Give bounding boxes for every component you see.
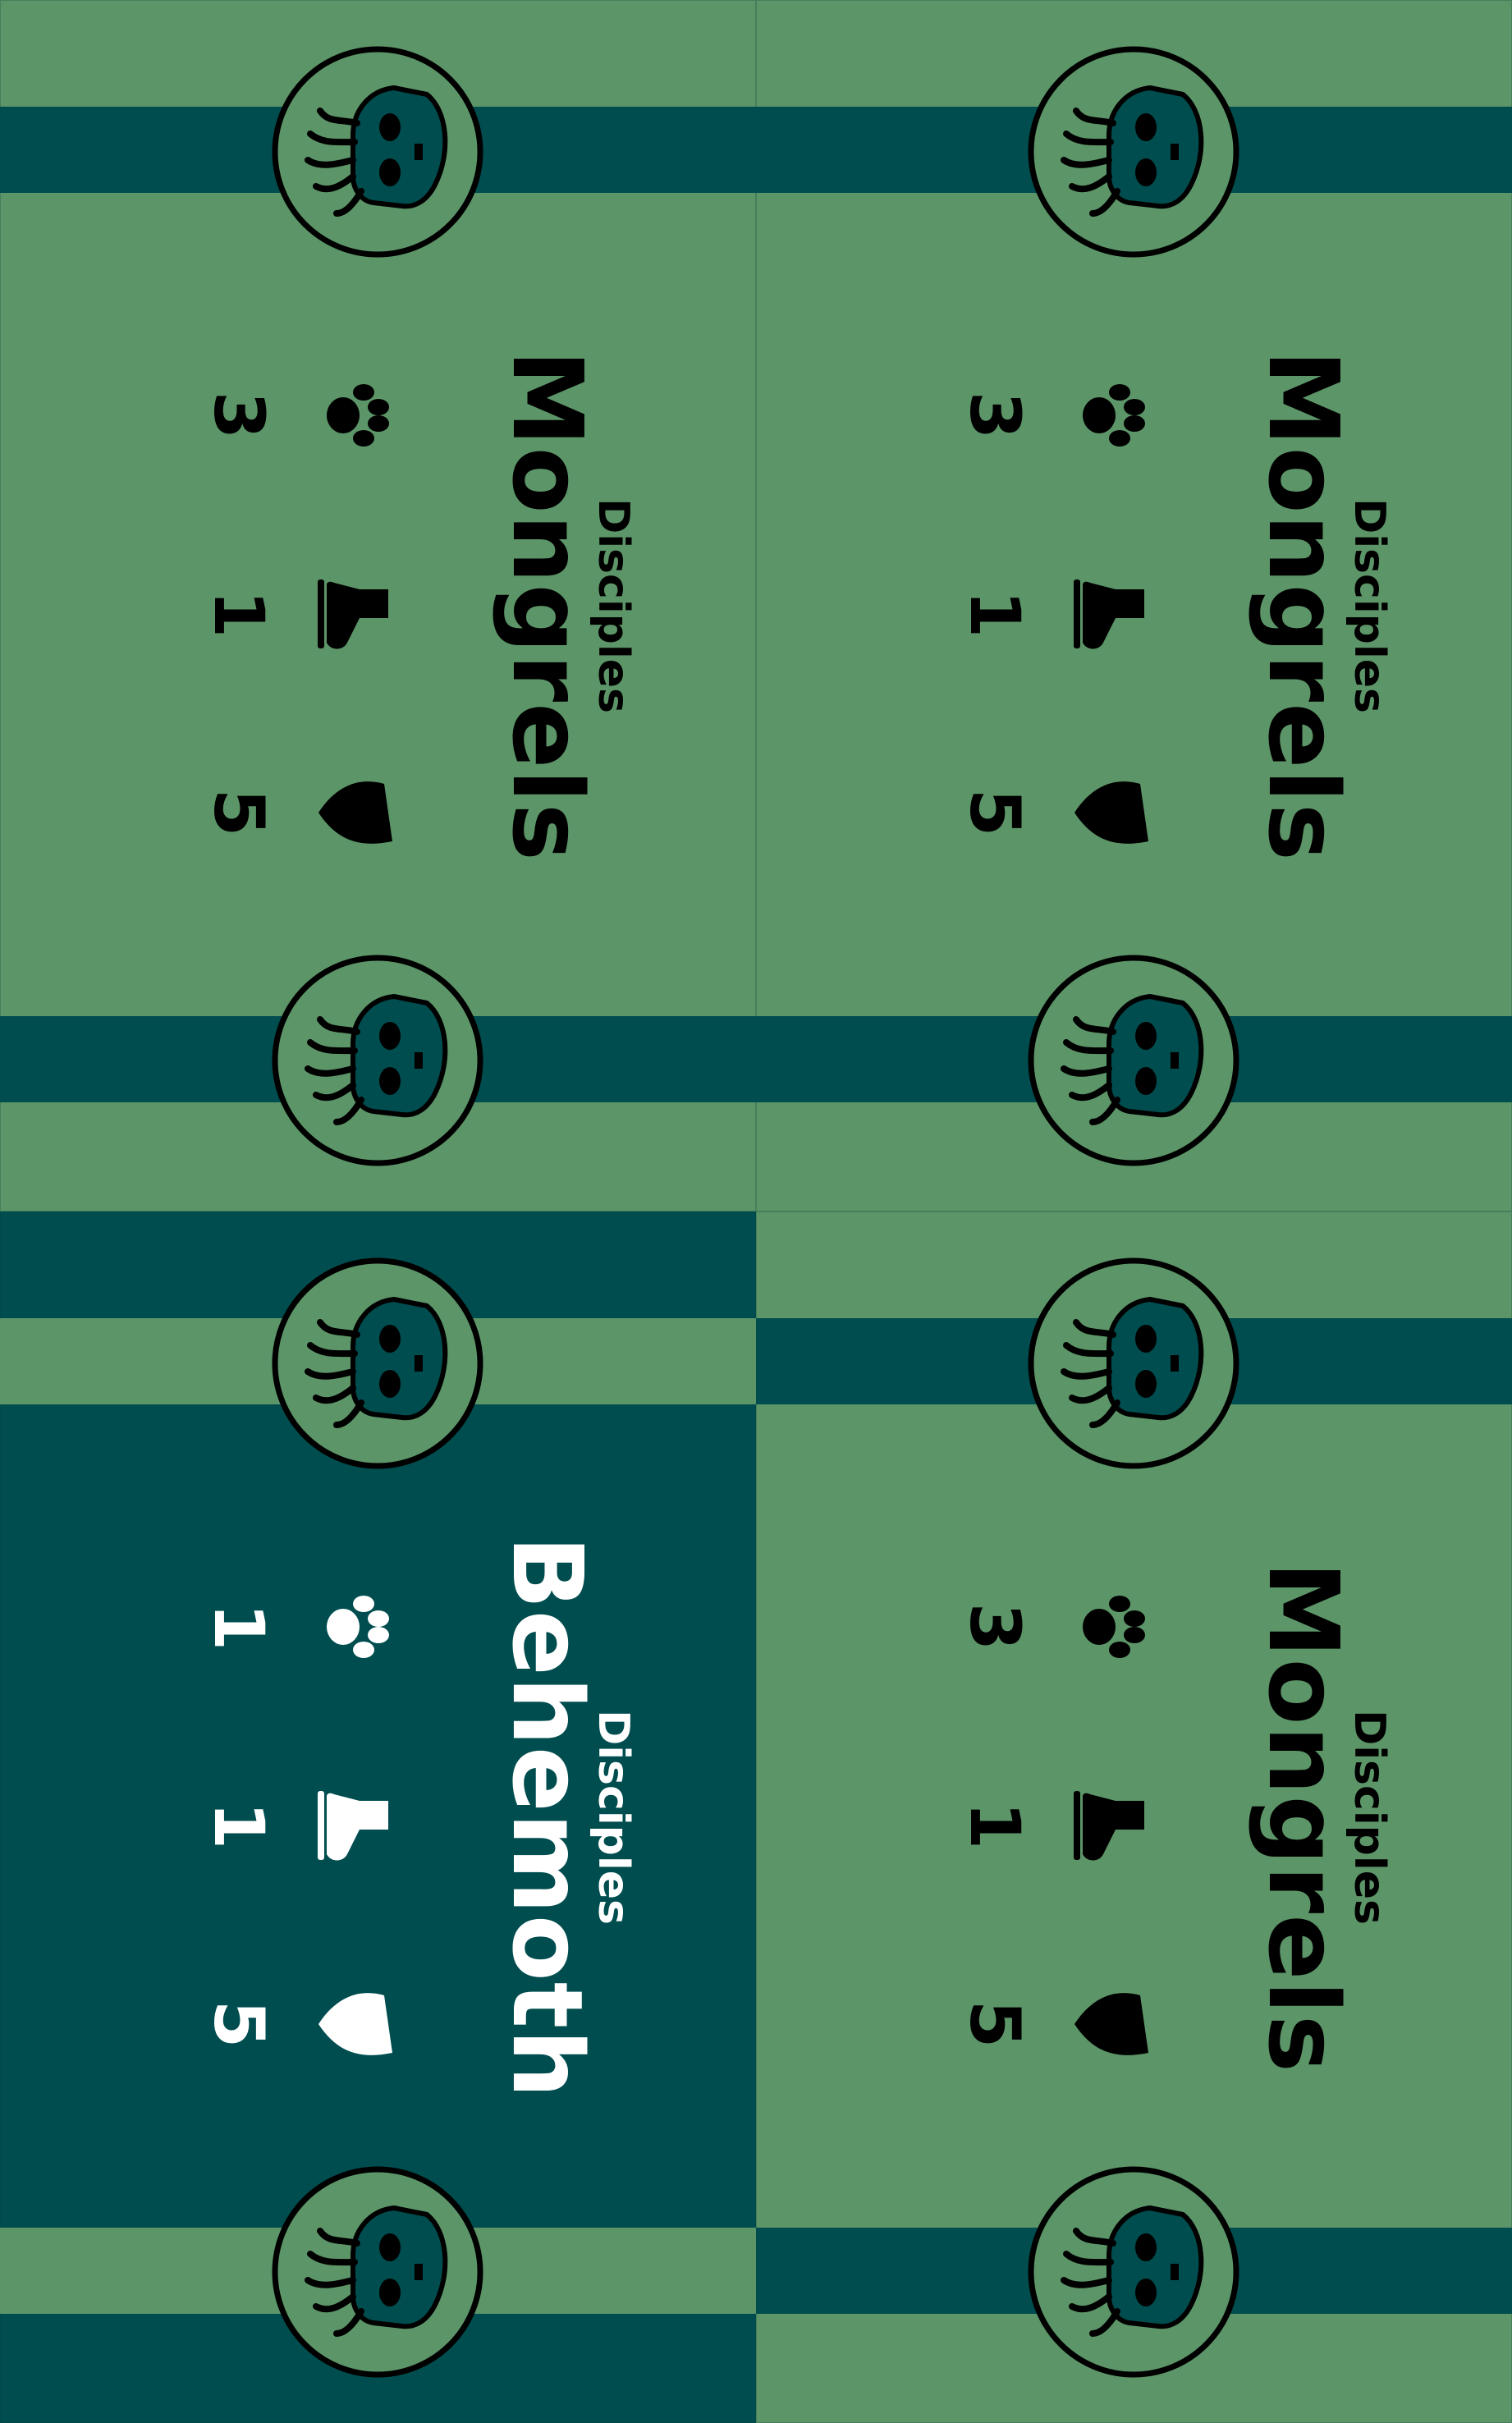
card-text-rotated: Disciples Behemoth 1 1 5: [0, 1212, 756, 2423]
boot-icon: [314, 573, 396, 655]
boot-icon: [314, 1784, 396, 1866]
unit-name: Behemoth: [491, 1535, 604, 2100]
unit-card-mongrels-1[interactable]: Disciples Mongrels 3 1 5: [0, 0, 756, 1212]
stat-defense-value: 5: [199, 1999, 279, 2049]
stat-move-value: 1: [955, 589, 1035, 639]
boot-icon: [1070, 1784, 1152, 1866]
unit-card-behemoth[interactable]: Disciples Behemoth 1 1 5: [0, 1212, 756, 2423]
unit-name: Mongrels: [1247, 1561, 1360, 2073]
boot-icon: [1070, 573, 1152, 655]
shield-icon: [1070, 772, 1152, 854]
paw-print-icon: [314, 1586, 396, 1668]
paw-print-icon: [1070, 374, 1152, 456]
unit-name: Mongrels: [491, 350, 604, 862]
stat-attack-value: 3: [955, 1602, 1035, 1651]
stat-defense-value: 5: [955, 788, 1035, 837]
shield-icon: [314, 1983, 396, 2065]
paw-print-icon: [1070, 1586, 1152, 1668]
stat-move-value: 1: [199, 1801, 279, 1850]
stat-attack-value: 3: [955, 391, 1035, 440]
unit-name: Mongrels: [1247, 350, 1360, 862]
shield-icon: [1070, 1983, 1152, 2065]
shield-icon: [314, 772, 396, 854]
stat-attack-value: 3: [199, 391, 279, 440]
stat-move-value: 1: [199, 589, 279, 639]
stat-defense-value: 5: [955, 1999, 1035, 2049]
stat-move-value: 1: [955, 1801, 1035, 1850]
card-text-rotated: Disciples Mongrels 3 1 5: [756, 0, 1512, 1212]
card-text-rotated: Disciples Mongrels 3 1 5: [0, 0, 756, 1212]
card-text-rotated: Disciples Mongrels 3 1 5: [756, 1212, 1512, 2423]
paw-print-icon: [314, 374, 396, 456]
stat-defense-value: 5: [199, 788, 279, 837]
stat-attack-value: 1: [199, 1602, 279, 1651]
unit-card-mongrels-2[interactable]: Disciples Mongrels 3 1 5: [756, 0, 1512, 1212]
unit-card-mongrels-3[interactable]: Disciples Mongrels 3 1 5: [756, 1212, 1512, 2423]
